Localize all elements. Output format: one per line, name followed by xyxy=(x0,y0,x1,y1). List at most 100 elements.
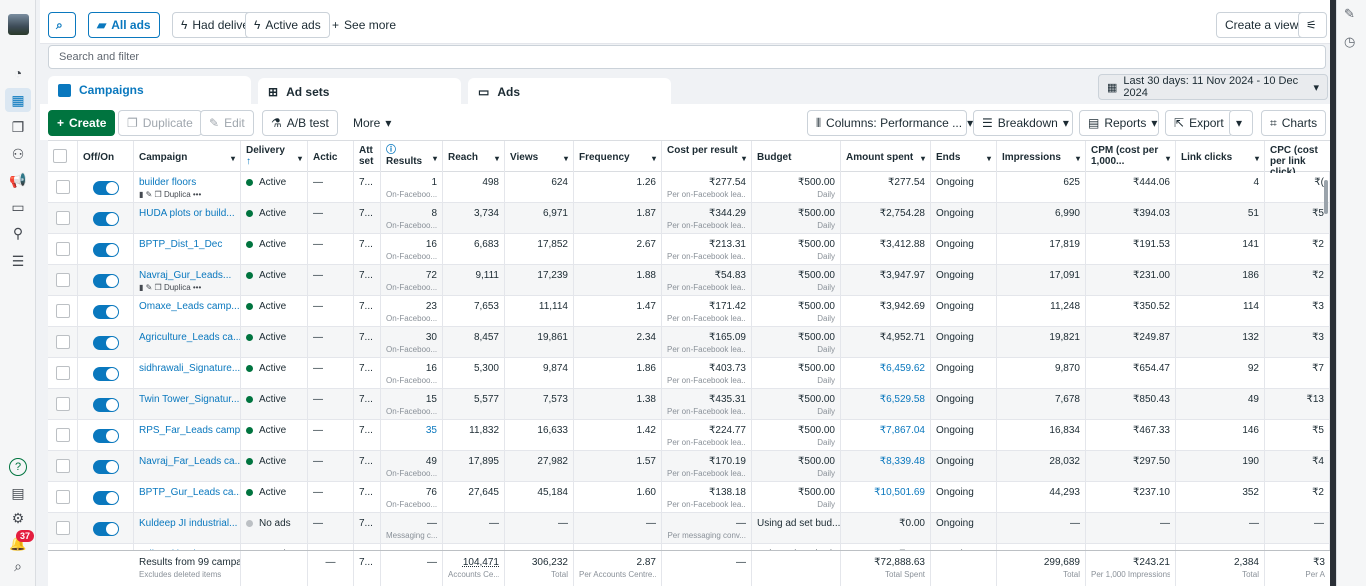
header-budget[interactable]: Budget xyxy=(752,141,841,173)
table-row[interactable]: Navraj_Far_Leads ca... Active — 7... 49 On-Fa… xyxy=(48,451,1330,482)
table-row[interactable]: sidhrawali_Signature... Active — 7... 16 On-F… xyxy=(48,358,1330,389)
select-all-checkbox[interactable] xyxy=(53,149,67,163)
campaign-name-link[interactable]: Omaxe_Leads camp... xyxy=(139,301,240,312)
create-button[interactable]: + Create xyxy=(48,110,116,136)
row-duplicate-link[interactable]: Duplica ••• xyxy=(162,190,201,199)
table-row[interactable]: RPS_Far_Leads camp... Active — 7... 35 11,832… xyxy=(48,420,1330,451)
header-link-clicks[interactable]: Link clicks ▾ xyxy=(1176,141,1265,173)
search-input[interactable]: Search and filter xyxy=(48,45,1326,69)
header-views[interactable]: Views ▾ xyxy=(505,141,574,173)
header-delivery[interactable]: Delivery ↑ ▾ xyxy=(241,141,308,173)
table-row[interactable]: Omaxe_Leads camp... Active — 7... 23 On-Faceb… xyxy=(48,296,1330,327)
date-range-picker[interactable]: ▦ Last 30 days: 11 Nov 2024 - 10 Dec 2024… xyxy=(1098,74,1328,100)
campaign-toggle[interactable] xyxy=(93,181,119,195)
row-actions-icons[interactable]: ▮ ✎ ❐ xyxy=(139,283,162,292)
all-ads-button[interactable]: ▰ All ads xyxy=(88,12,160,38)
campaign-name-link[interactable]: BPTP_Gur_Leads ca... xyxy=(139,487,240,498)
columns-dropdown[interactable]: ⫴ Columns: Performance ... ▾ xyxy=(807,110,973,136)
row-actions-icons[interactable]: ▮ ✎ ❐ xyxy=(139,190,162,199)
header-offon[interactable]: Off/On xyxy=(78,141,134,173)
row-checkbox[interactable] xyxy=(56,428,70,442)
table-row[interactable]: Navraj_Gur_Leads... ▮ ✎ ❐ Duplica ••• Acti… xyxy=(48,265,1330,296)
charts-button[interactable]: ⌗ Charts xyxy=(1261,110,1327,136)
campaign-name-link[interactable]: RPS_Far_Leads camp... xyxy=(139,425,240,436)
history-clock-icon[interactable]: ◷ xyxy=(1344,34,1355,50)
header-impressions[interactable]: Impressions ▾ xyxy=(997,141,1086,173)
campaign-name-link[interactable]: builder floors xyxy=(139,177,196,188)
table-row[interactable]: builder floors ▮ ✎ ❐ Duplica ••• Active — 7.… xyxy=(48,172,1330,203)
news-icon[interactable]: ▤ xyxy=(9,484,27,502)
row-checkbox[interactable] xyxy=(56,242,70,256)
search-button[interactable]: ⌕ xyxy=(48,12,76,38)
header-campaign[interactable]: Campaign ▾ xyxy=(134,141,241,173)
campaign-toggle[interactable] xyxy=(93,429,119,443)
megaphone-icon[interactable]: 📢 xyxy=(9,171,27,189)
table-row[interactable]: Kuldeep JI industrial... No ads — 7... — Mess… xyxy=(48,513,1330,544)
campaign-name-link[interactable]: sidhrawali_Signature... xyxy=(139,363,240,374)
tab-ads[interactable]: ▭ Ads xyxy=(468,78,671,106)
row-checkbox[interactable] xyxy=(56,521,70,535)
campaign-toggle[interactable] xyxy=(93,243,119,257)
row-checkbox[interactable] xyxy=(56,180,70,194)
header-attribution[interactable]: Att set xyxy=(354,141,381,173)
campaigns-table-icon[interactable]: ▦ xyxy=(5,88,31,112)
row-checkbox[interactable] xyxy=(56,459,70,473)
row-checkbox[interactable] xyxy=(56,211,70,225)
table-row[interactable]: BPTP_Dist_1_Dec Active — 7... 16 On-Faceboo..… xyxy=(48,234,1330,265)
account-avatar[interactable] xyxy=(8,14,29,35)
campaign-toggle[interactable] xyxy=(93,460,119,474)
header-cpc[interactable]: CPC (cost per link click) xyxy=(1265,141,1330,173)
ab-test-button[interactable]: ⚗ A/B test xyxy=(262,110,338,136)
breakdown-dropdown[interactable]: ☰ Breakdown ▾ xyxy=(973,110,1073,136)
create-view-button[interactable]: Create a view xyxy=(1216,12,1308,38)
campaign-toggle[interactable] xyxy=(93,212,119,226)
export-button[interactable]: ⇱ Export xyxy=(1165,110,1233,136)
campaign-name-link[interactable]: Navraj_Gur_Leads... xyxy=(139,270,231,281)
dashboard-icon[interactable]: ◔ xyxy=(9,64,27,82)
search-icon[interactable]: ⌕ xyxy=(9,557,27,575)
duplicate-button[interactable]: ❐ Duplicate xyxy=(118,110,202,136)
row-checkbox[interactable] xyxy=(56,366,70,380)
header-amount-spent[interactable]: Amount spent ▾ xyxy=(841,141,931,173)
campaign-toggle[interactable] xyxy=(93,305,119,319)
campaign-toggle[interactable] xyxy=(93,367,119,381)
see-more-button[interactable]: + See more xyxy=(324,12,404,38)
business-icon[interactable]: ⚲ xyxy=(9,224,27,242)
campaign-toggle[interactable] xyxy=(93,522,119,536)
billing-card-icon[interactable]: ▭ xyxy=(9,198,27,216)
campaign-name-link[interactable]: Twin Tower_Signatur... xyxy=(139,394,239,405)
table-row[interactable]: BPTP_Gur_Leads ca... Active — 7... 76 On-Face… xyxy=(48,482,1330,513)
campaign-toggle[interactable] xyxy=(93,491,119,505)
campaign-name-link[interactable]: HUDA plots or build... xyxy=(139,208,235,219)
campaign-toggle[interactable] xyxy=(93,274,119,288)
row-checkbox[interactable] xyxy=(56,273,70,287)
campaign-name-link[interactable]: Agriculture_Leads ca... xyxy=(139,332,240,343)
header-ends[interactable]: Ends ▾ xyxy=(931,141,997,173)
audience-icon[interactable]: ⚇ xyxy=(9,145,27,163)
header-cpm[interactable]: CPM (cost per 1,000... ▾ xyxy=(1086,141,1176,173)
reports-dropdown[interactable]: ▤ Reports ▾ xyxy=(1079,110,1159,136)
row-checkbox[interactable] xyxy=(56,490,70,504)
more-button[interactable]: More ▾ xyxy=(345,110,399,136)
view-settings-button[interactable]: ⚟ xyxy=(1298,12,1327,38)
campaign-name-link[interactable]: BPTP_Dist_1_Dec xyxy=(139,239,222,250)
edit-button[interactable]: ✎ Edit xyxy=(200,110,254,136)
header-cost-per-result[interactable]: Cost per result ▾ xyxy=(662,141,752,173)
tab-campaigns[interactable]: Campaigns xyxy=(48,76,251,104)
campaign-name-link[interactable]: Navraj_Far_Leads ca... xyxy=(139,456,240,467)
row-duplicate-link[interactable]: Duplica ••• xyxy=(162,283,201,292)
settings-gear-icon[interactable]: ⚙ xyxy=(9,509,27,527)
row-checkbox[interactable] xyxy=(56,335,70,349)
pages-icon[interactable]: ❐ xyxy=(9,118,27,136)
table-row[interactable]: HUDA plots or build... Active — 7... 8 On-Fac… xyxy=(48,203,1330,234)
header-frequency[interactable]: Frequency ▾ xyxy=(574,141,662,173)
campaign-toggle[interactable] xyxy=(93,336,119,350)
active-ads-button[interactable]: ϟ Active ads xyxy=(245,12,330,38)
menu-icon[interactable]: ☰ xyxy=(9,252,27,270)
campaign-name-link[interactable]: Kuldeep JI industrial... xyxy=(139,518,237,529)
table-row[interactable]: Twin Tower_Signatur... Active — 7... 15 On-Fa… xyxy=(48,389,1330,420)
export-more-dropdown[interactable]: ▾ xyxy=(1229,110,1253,136)
tab-ad-sets[interactable]: ⊞ Ad sets xyxy=(258,78,461,106)
vertical-scrollbar[interactable] xyxy=(1324,180,1328,214)
header-results[interactable]: ⓘ Results ▾ xyxy=(381,141,443,173)
